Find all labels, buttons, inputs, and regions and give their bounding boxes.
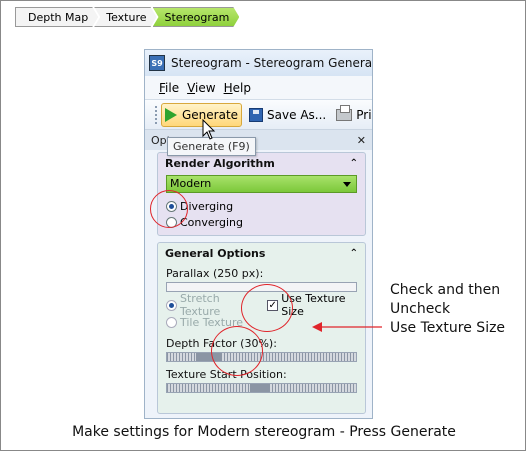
texture-start-label: Texture Start Position:	[166, 368, 287, 381]
page-frame: Depth Map Texture Stereogram S9 Stereogr…	[0, 0, 526, 451]
print-button[interactable]: Print...	[333, 103, 372, 127]
radio-converging[interactable]: Converging	[166, 215, 365, 229]
render-algorithm-header[interactable]: Render Algorithm ⌃	[158, 153, 365, 173]
tab-stereogram[interactable]: Stereogram	[153, 7, 240, 27]
save-icon	[249, 107, 264, 122]
collapse-chevron-icon[interactable]: ⌃	[350, 158, 358, 169]
texture-start-slider[interactable]	[166, 383, 357, 393]
radio-tile-button[interactable]	[166, 316, 177, 328]
texture-start-thumb[interactable]	[250, 384, 270, 392]
annotation-line-3: Use Texture Size	[390, 320, 506, 336]
annotation-note: Check and then Uncheck Use Texture Size	[390, 281, 505, 338]
menu-file[interactable]: File	[159, 81, 179, 95]
annotation-line-1: Check and then	[390, 282, 501, 298]
menu-view[interactable]: View	[187, 81, 215, 95]
annotation-arrow-icon	[312, 322, 382, 332]
save-as-button[interactable]: Save As...	[246, 103, 329, 127]
toolbar-grip[interactable]	[155, 105, 157, 124]
window-title: Stereogram - Stereogram Generator	[171, 56, 373, 70]
close-icon[interactable]: ✕	[357, 134, 366, 147]
play-icon	[165, 107, 177, 122]
annotation-line-2: Uncheck	[390, 301, 451, 317]
radio-stretch-button[interactable]	[166, 299, 177, 311]
print-label: Print...	[356, 107, 372, 122]
general-options-title: General Options	[165, 246, 266, 260]
tab-depth-map[interactable]: Depth Map	[15, 7, 98, 27]
highlight-circle-depth	[211, 326, 263, 376]
use-texture-size-label: Use Texture Size	[281, 292, 346, 318]
collapse-chevron-icon[interactable]: ⌃	[350, 248, 358, 259]
breadcrumb: Depth Map Texture Stereogram	[15, 7, 235, 27]
highlight-circle-radio	[150, 190, 188, 228]
save-as-label: Save As...	[267, 107, 327, 122]
tab-texture[interactable]: Texture	[94, 7, 156, 27]
menu-help[interactable]: Help	[224, 81, 251, 95]
menu-bar: File View Help	[145, 76, 372, 100]
title-bar: S9 Stereogram - Stereogram Generator	[145, 50, 372, 76]
mouse-cursor-icon	[202, 119, 216, 140]
radio-diverging-label: Diverging	[180, 199, 234, 213]
parallax-label: Parallax (250 px):	[166, 267, 264, 280]
render-algorithm-title: Render Algorithm	[165, 156, 275, 170]
radio-diverging[interactable]: Diverging	[166, 199, 365, 213]
printer-icon	[336, 104, 353, 121]
general-options-header[interactable]: General Options ⌃	[158, 243, 365, 263]
caption: Make settings for Modern stereogram - Pr…	[72, 424, 456, 440]
algorithm-select[interactable]: Modern	[166, 175, 357, 193]
app-icon: S9	[149, 55, 165, 71]
radio-converging-label: Converging	[180, 215, 243, 229]
render-algorithm-section: Render Algorithm ⌃ Modern Diverging Conv…	[157, 152, 366, 236]
toolbar: Generate Save As... Print...	[145, 100, 372, 130]
highlight-circle-checkbox	[241, 284, 293, 332]
